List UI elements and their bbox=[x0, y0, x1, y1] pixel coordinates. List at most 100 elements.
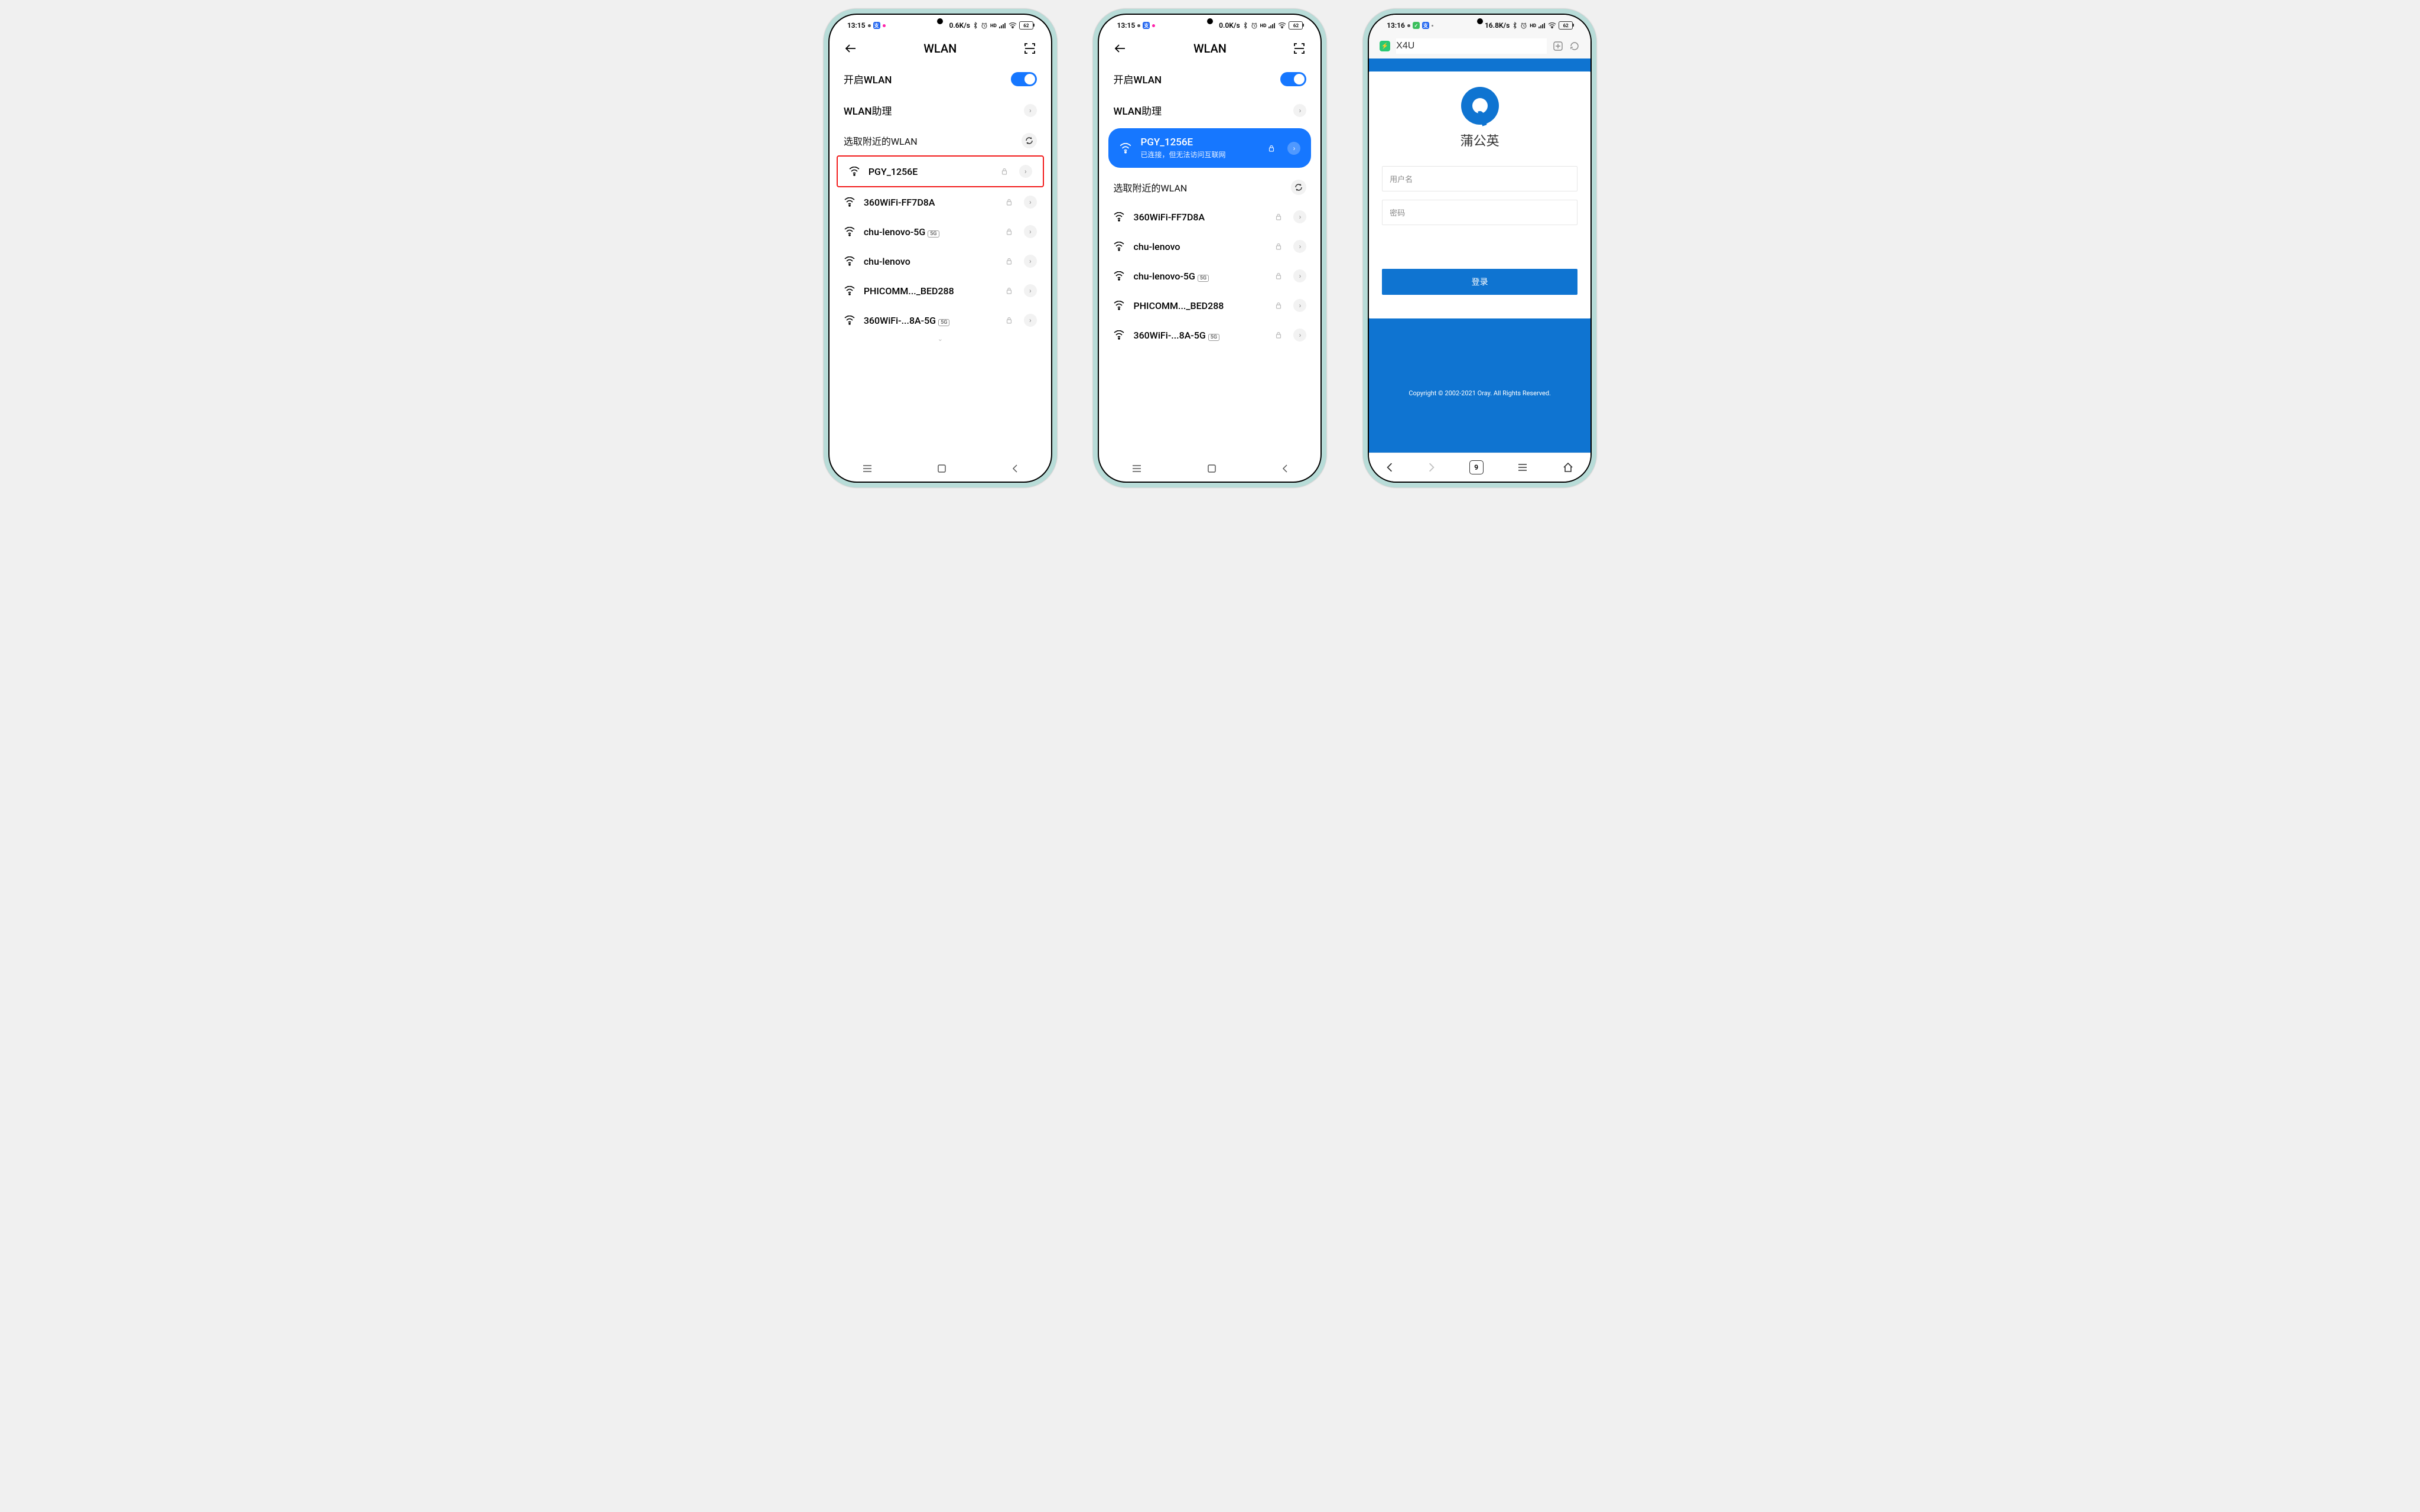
wifi-item[interactable]: 360WiFi-FF7D8A › bbox=[1102, 202, 1317, 232]
hd-icon: HD bbox=[1260, 23, 1267, 28]
status-time: 13:16 bbox=[1387, 21, 1405, 30]
login-card: 蒲公英 用户名 密码 登录 bbox=[1369, 71, 1590, 318]
back-button[interactable] bbox=[843, 40, 859, 57]
wifi-icon bbox=[844, 197, 856, 207]
highlighted-network: PGY_1256E › bbox=[837, 155, 1044, 187]
refresh-button[interactable] bbox=[1291, 180, 1306, 195]
nearby-section: 选取附近的WLAN bbox=[833, 126, 1048, 155]
system-nav bbox=[1099, 456, 1320, 482]
5g-badge: 5G bbox=[1208, 334, 1219, 341]
back-nav-button[interactable] bbox=[1281, 464, 1289, 473]
login-button[interactable]: 登录 bbox=[1382, 269, 1577, 295]
front-camera bbox=[1207, 18, 1213, 24]
wifi-item[interactable]: PHICOMM..._BED288 › bbox=[833, 276, 1048, 305]
browser-home-button[interactable] bbox=[1562, 461, 1574, 473]
browser-menu-button[interactable] bbox=[1517, 463, 1528, 472]
qr-scan-button[interactable] bbox=[1022, 40, 1038, 57]
wifi-item-pgy[interactable]: PGY_1256E › bbox=[838, 157, 1043, 186]
enable-wlan-label: 开启WLAN bbox=[844, 71, 892, 86]
alipay-icon: 支 bbox=[873, 22, 880, 29]
wifi-ssid: chu-lenovo bbox=[864, 256, 998, 267]
back-button[interactable] bbox=[1112, 40, 1128, 57]
notif-dot-icon bbox=[883, 24, 886, 27]
chevron-right-icon: › bbox=[1293, 329, 1306, 342]
scroll-hint-icon: ⌄ bbox=[833, 335, 1048, 343]
login-page: 蒲公英 用户名 密码 登录 Copyright © 2002-2021 Oray… bbox=[1369, 58, 1590, 453]
wifi-item[interactable]: 360WiFi-FF7D8A › bbox=[833, 187, 1048, 217]
copyright-text: Copyright © 2002-2021 Oray. All Rights R… bbox=[1409, 389, 1551, 397]
url-input[interactable] bbox=[1396, 38, 1547, 54]
phone-2: 13:15 支 0.0K/s HD 62 WLAN 开启WLAN WLAN助理 … bbox=[1093, 9, 1326, 487]
wifi-item[interactable]: chu-lenovo-5G5G › bbox=[833, 217, 1048, 246]
lock-icon bbox=[1006, 228, 1012, 235]
phone-1: 13:15 支 0.6K/s HD 62 WLAN 开启WLAN WLAN助理 … bbox=[824, 9, 1057, 487]
url-bar: ⚡ bbox=[1369, 34, 1590, 58]
wlan-assistant-row[interactable]: WLAN助理 › bbox=[833, 95, 1048, 126]
back-nav-button[interactable] bbox=[1011, 464, 1019, 473]
hd-icon: HD bbox=[990, 23, 997, 28]
chevron-right-icon: › bbox=[1293, 299, 1306, 312]
battery-icon: 62 bbox=[1559, 21, 1573, 30]
browser-forward-button[interactable] bbox=[1427, 462, 1436, 473]
battery-icon: 62 bbox=[1289, 21, 1303, 30]
status-time: 13:15 bbox=[1117, 21, 1135, 30]
password-input[interactable]: 密码 bbox=[1382, 200, 1577, 225]
network-details-button[interactable]: › bbox=[1287, 142, 1300, 155]
status-speed: 0.6K/s bbox=[949, 21, 970, 30]
lock-icon bbox=[1276, 213, 1281, 220]
nearby-section: 选取附近的WLAN bbox=[1102, 173, 1317, 202]
wifi-ssid: chu-lenovo bbox=[1133, 241, 1267, 252]
browser-back-button[interactable] bbox=[1385, 462, 1394, 473]
wifi-item[interactable]: 360WiFi-...8A-5G5G › bbox=[833, 305, 1048, 335]
wifi-icon bbox=[1113, 330, 1125, 340]
qr-scan-button[interactable] bbox=[1291, 40, 1307, 57]
lock-icon bbox=[1001, 168, 1007, 175]
wifi-icon bbox=[1113, 301, 1125, 310]
front-camera bbox=[937, 18, 943, 24]
tabs-button[interactable]: 9 bbox=[1469, 460, 1484, 474]
wlan-toggle[interactable] bbox=[1280, 72, 1306, 86]
wifi-item[interactable]: chu-lenovo-5G5G › bbox=[1102, 261, 1317, 291]
wlan-assistant-row[interactable]: WLAN助理 › bbox=[1102, 95, 1317, 126]
signal-icon bbox=[999, 22, 1006, 28]
menu-button[interactable] bbox=[1131, 464, 1142, 473]
connected-network-card[interactable]: PGY_1256E 已连接，但无法访问互联网 › bbox=[1108, 128, 1311, 168]
wifi-ssid: PHICOMM..._BED288 bbox=[1133, 300, 1267, 311]
home-button[interactable] bbox=[1207, 464, 1216, 473]
home-button[interactable] bbox=[937, 464, 946, 473]
wifi-ssid: chu-lenovo-5G5G bbox=[1133, 271, 1267, 282]
wifi-item[interactable]: chu-lenovo › bbox=[833, 246, 1048, 276]
status-bar: 13:15 支 0.6K/s HD 62 bbox=[830, 15, 1051, 34]
page-title: WLAN bbox=[1128, 41, 1291, 56]
menu-button[interactable] bbox=[862, 464, 873, 473]
more-icon bbox=[1432, 25, 1433, 27]
reload-button[interactable] bbox=[1569, 41, 1580, 51]
page-header: WLAN bbox=[1099, 34, 1320, 63]
bluetooth-icon bbox=[1242, 22, 1248, 29]
wifi-ssid: 360WiFi-FF7D8A bbox=[864, 197, 998, 208]
alarm-icon bbox=[1520, 22, 1527, 29]
wlan-assistant-label: WLAN助理 bbox=[844, 103, 892, 118]
enable-wlan-row[interactable]: 开启WLAN bbox=[833, 63, 1048, 95]
refresh-button[interactable] bbox=[1022, 133, 1037, 148]
username-input[interactable]: 用户名 bbox=[1382, 166, 1577, 191]
signal-icon bbox=[1538, 22, 1546, 28]
wifi-item[interactable]: chu-lenovo › bbox=[1102, 232, 1317, 261]
app-icon: ✓ bbox=[1413, 22, 1420, 29]
5g-badge: 5G bbox=[1198, 275, 1209, 282]
chevron-right-icon: › bbox=[1024, 284, 1037, 297]
enable-wlan-row[interactable]: 开启WLAN bbox=[1102, 63, 1317, 95]
bookmark-button[interactable] bbox=[1553, 41, 1563, 51]
chevron-right-icon: › bbox=[1293, 104, 1306, 117]
status-speed: 16.8K/s bbox=[1485, 21, 1510, 30]
chevron-right-icon: › bbox=[1293, 240, 1306, 253]
alipay-icon: 支 bbox=[1422, 22, 1429, 29]
wifi-item[interactable]: 360WiFi-...8A-5G5G › bbox=[1102, 320, 1317, 350]
wlan-toggle[interactable] bbox=[1011, 72, 1037, 86]
chevron-right-icon: › bbox=[1024, 255, 1037, 268]
lock-icon bbox=[1276, 272, 1281, 279]
dot-icon bbox=[1407, 24, 1410, 27]
wifi-item[interactable]: PHICOMM..._BED288 › bbox=[1102, 291, 1317, 320]
lock-icon bbox=[1006, 287, 1012, 294]
security-shield-icon[interactable]: ⚡ bbox=[1380, 41, 1390, 51]
